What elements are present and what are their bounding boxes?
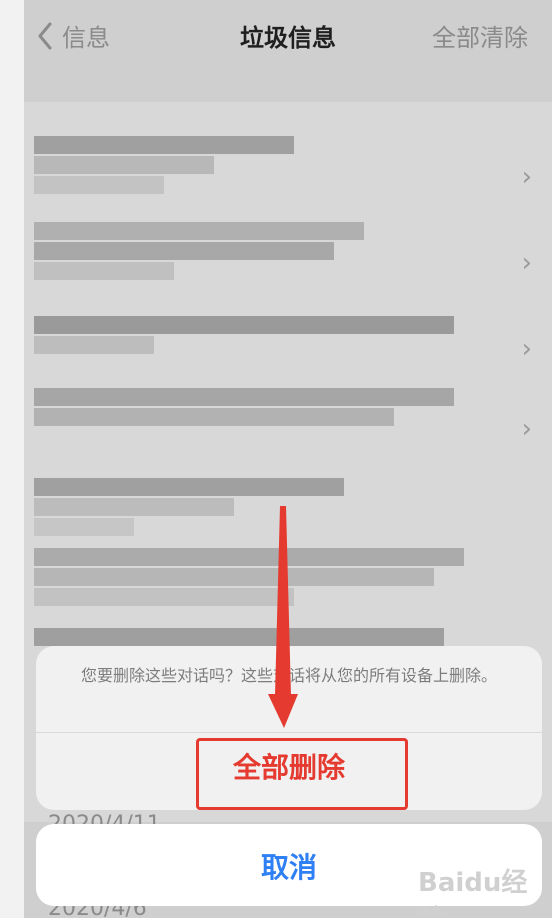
watermark: Baidu经验 [418, 868, 528, 918]
action-sheet: 您要删除这些对话吗？这些对话将从您的所有设备上删除。 全部删除 [36, 646, 542, 810]
list-item[interactable]: › [24, 118, 552, 208]
blurred-content [34, 388, 464, 458]
left-strip [0, 0, 24, 918]
divider [36, 732, 542, 733]
blurred-content [34, 136, 464, 206]
chevron-right-icon: › [521, 414, 532, 444]
blurred-content [34, 308, 464, 378]
nav-bar: 信息 垃圾信息 全部清除 [24, 0, 552, 70]
list-item[interactable] [24, 530, 552, 620]
blurred-content [34, 222, 464, 292]
list-item[interactable]: › [24, 290, 552, 380]
chevron-right-icon: › [521, 334, 532, 364]
chevron-right-icon: › [521, 248, 532, 278]
delete-all-button[interactable]: 全部删除 [36, 746, 542, 786]
screen: 信息 垃圾信息 全部清除 › › › › 2020/4/6 您要删除这些对话吗？… [0, 0, 552, 918]
action-sheet-message: 您要删除这些对话吗？这些对话将从您的所有设备上删除。 [80, 666, 497, 685]
list-item[interactable]: › [24, 370, 552, 460]
chevron-right-icon: › [521, 162, 532, 192]
list-item[interactable]: › [24, 204, 552, 294]
blurred-content [34, 548, 464, 618]
clear-all-button[interactable]: 全部清除 [432, 18, 528, 53]
